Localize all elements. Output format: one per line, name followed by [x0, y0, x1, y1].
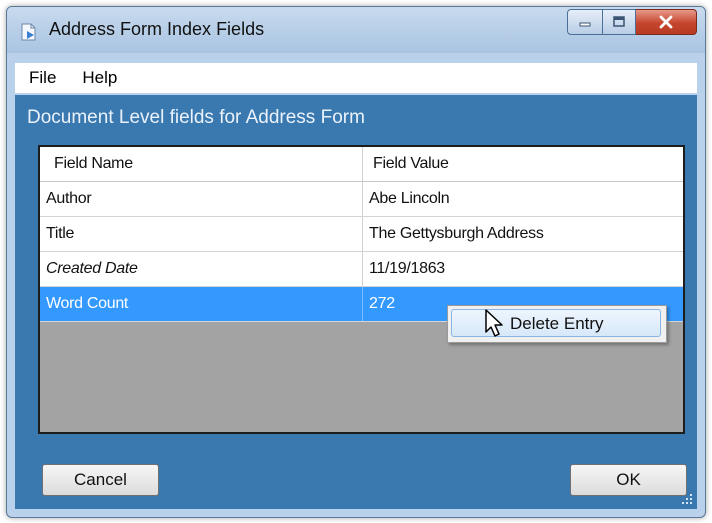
column-header-field-name[interactable]: Field Name	[40, 147, 363, 181]
context-menu-item-delete-entry[interactable]: Delete Entry	[451, 309, 661, 337]
field-name-cell[interactable]: Word Count	[40, 287, 363, 321]
close-icon	[659, 15, 673, 29]
field-name-cell[interactable]: Created Date	[40, 252, 363, 286]
grid-header-row: Field Name Field Value	[40, 147, 683, 182]
maximize-button[interactable]	[603, 9, 636, 35]
section-heading: Document Level fields for Address Form	[27, 107, 365, 128]
title-bar[interactable]: Address Form Index Fields	[7, 7, 705, 53]
dialog-window: Address Form Index Fields File Help Docu…	[6, 6, 706, 518]
window-title: Address Form Index Fields	[49, 19, 265, 39]
minimize-button[interactable]	[567, 9, 603, 35]
table-row[interactable]: Title The Gettysburgh Address	[40, 217, 683, 252]
maximize-icon	[613, 16, 625, 27]
close-button[interactable]	[636, 9, 697, 35]
client-area: Document Level fields for Address Form F…	[15, 95, 697, 509]
resize-grip-icon[interactable]	[681, 493, 693, 505]
table-row[interactable]: Created Date 11/19/1863	[40, 252, 683, 287]
form-document-icon	[21, 23, 36, 41]
fields-grid[interactable]: Field Name Field Value Author Abe Lincol…	[38, 145, 685, 434]
field-value-cell[interactable]: The Gettysburgh Address	[363, 217, 683, 251]
mouse-pointer-icon	[485, 309, 503, 337]
ok-button[interactable]: OK	[570, 464, 687, 496]
menu-file[interactable]: File	[17, 68, 68, 88]
context-menu-item-label: Delete Entry	[510, 314, 604, 333]
field-name-cell[interactable]: Author	[40, 182, 363, 216]
cancel-button[interactable]: Cancel	[42, 464, 159, 496]
table-row[interactable]: Author Abe Lincoln	[40, 182, 683, 217]
menu-help[interactable]: Help	[70, 68, 129, 88]
field-name-cell[interactable]: Title	[40, 217, 363, 251]
field-value-cell[interactable]: Abe Lincoln	[363, 182, 683, 216]
window-controls	[567, 9, 697, 35]
minimize-icon	[579, 22, 591, 27]
context-menu: Delete Entry	[447, 305, 667, 343]
column-header-field-value[interactable]: Field Value	[363, 147, 683, 181]
field-value-cell[interactable]: 11/19/1863	[363, 252, 683, 286]
menu-bar: File Help	[15, 63, 697, 93]
